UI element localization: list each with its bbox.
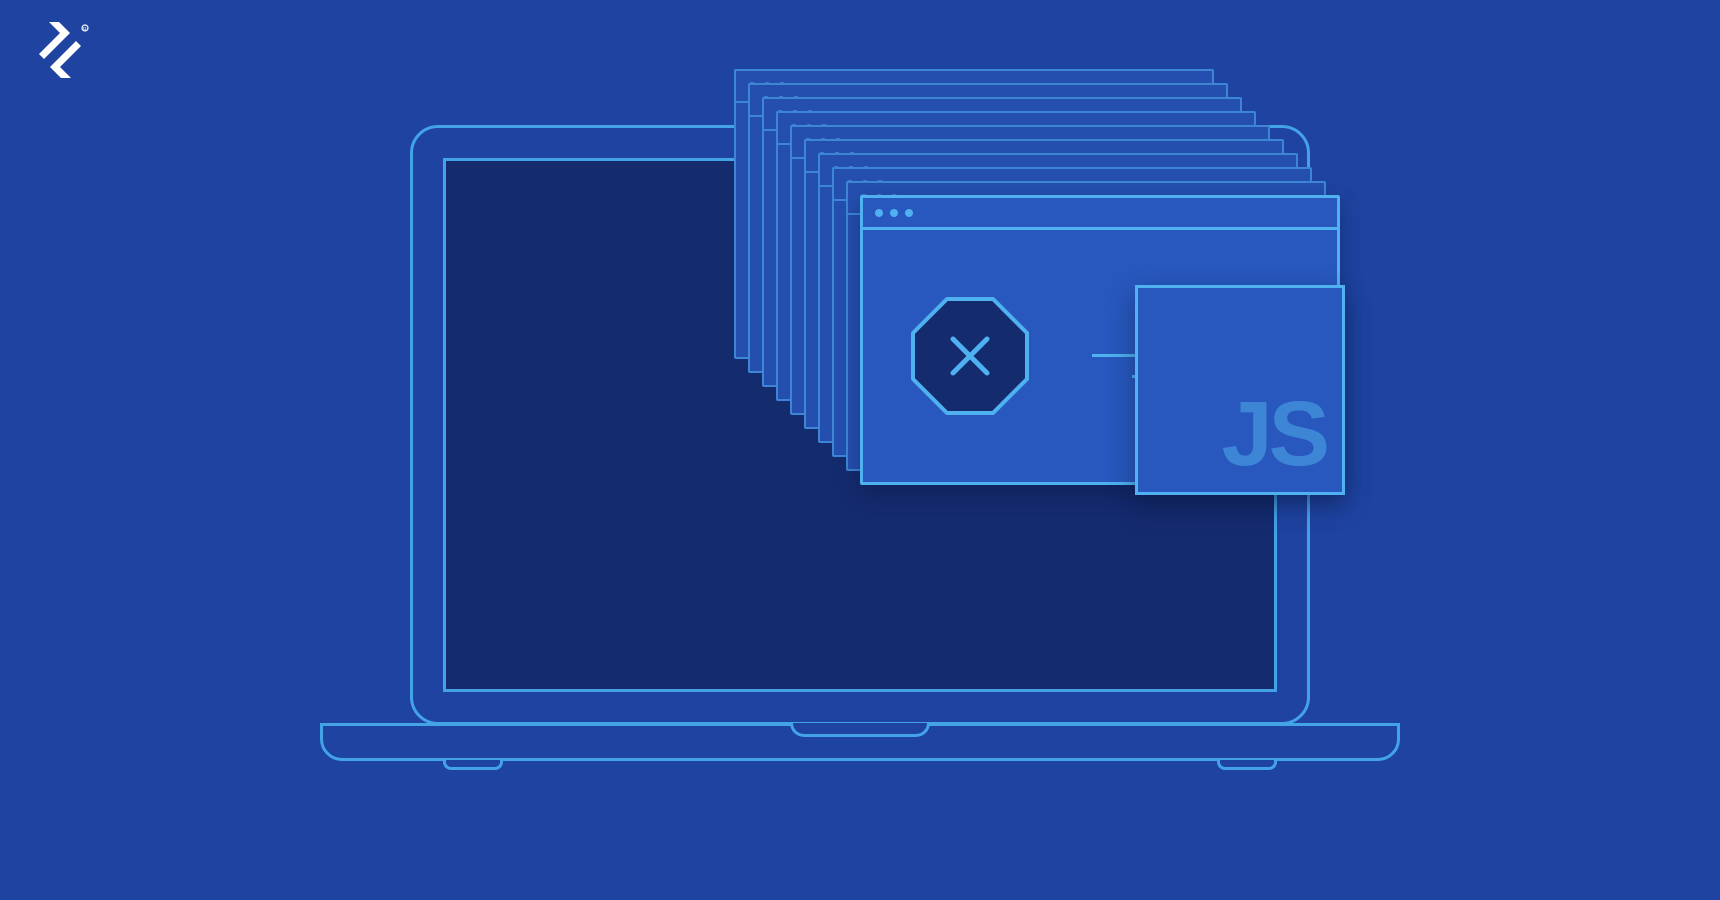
laptop-foot — [1217, 760, 1277, 770]
laptop-notch — [790, 723, 930, 737]
error-octagon-x-icon — [905, 291, 1035, 421]
window-titlebar — [863, 198, 1337, 230]
js-badge: JS — [1135, 285, 1345, 495]
laptop-base — [320, 723, 1400, 761]
window-dot-icon — [890, 209, 898, 217]
window-dot-icon — [875, 209, 883, 217]
toptal-logo-icon: R — [30, 20, 90, 80]
laptop-foot — [443, 760, 503, 770]
svg-text:R: R — [83, 27, 87, 33]
window-dot-icon — [905, 209, 913, 217]
js-badge-label: JS — [1221, 388, 1326, 480]
